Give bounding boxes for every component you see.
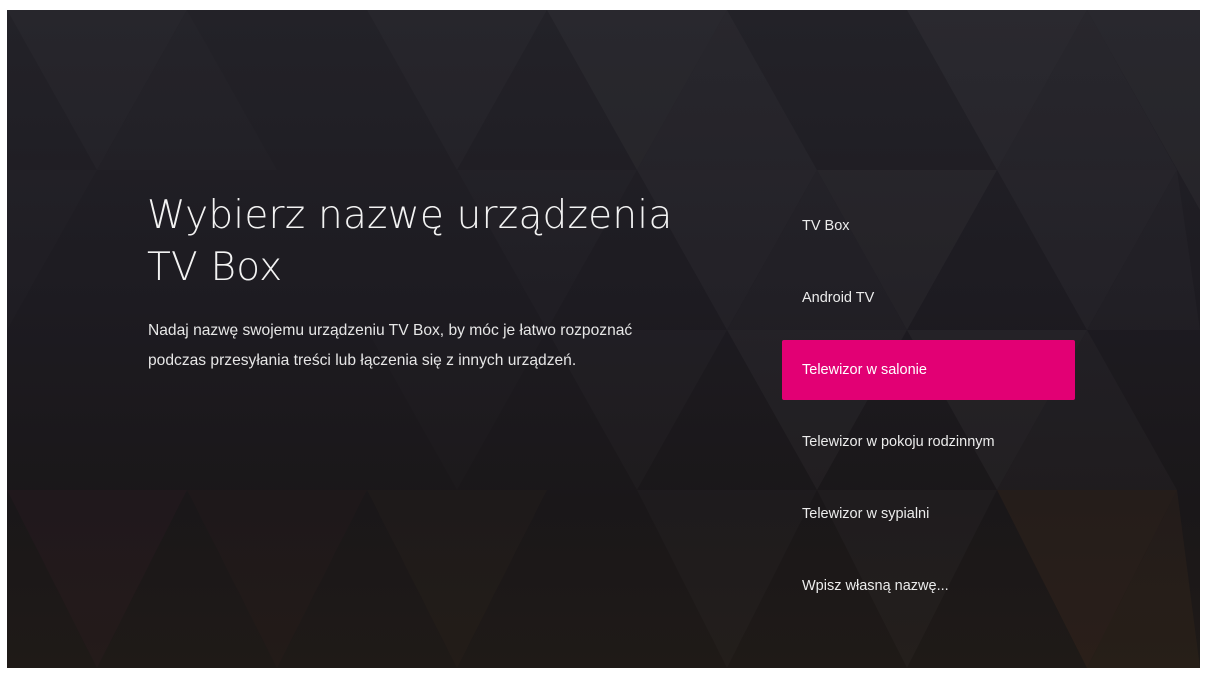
option-telewizor-w-pokoju-rodzinnym[interactable]: Telewizor w pokoju rodzinnym: [782, 412, 1075, 472]
option-label: Wpisz własną nazwę...: [802, 578, 949, 594]
page-title: Wybierz nazwę urządzenia TV Box: [147, 190, 747, 294]
option-tv-box[interactable]: TV Box: [782, 196, 1075, 256]
option-label: TV Box: [802, 218, 850, 234]
device-name-options: TV Box Android TV Telewizor w salonie Te…: [782, 196, 1075, 628]
option-label: Telewizor w pokoju rodzinnym: [802, 434, 995, 450]
page-title-line-2: TV Box: [147, 245, 283, 290]
option-android-tv[interactable]: Android TV: [782, 268, 1075, 328]
option-label: Android TV: [802, 290, 875, 306]
option-telewizor-w-sypialni[interactable]: Telewizor w sypialni: [782, 484, 1075, 544]
page-description-line-1: Nadaj nazwę swojemu urządzeniu TV Box, b…: [148, 322, 633, 339]
device-name-screen: Wybierz nazwę urządzenia TV Box Nadaj na…: [7, 10, 1200, 668]
page-title-line-1: Wybierz nazwę urządzenia: [147, 193, 673, 238]
option-custom-name[interactable]: Wpisz własną nazwę...: [782, 556, 1075, 616]
option-label: Telewizor w salonie: [802, 362, 927, 378]
option-telewizor-w-salonie[interactable]: Telewizor w salonie: [782, 340, 1075, 400]
option-label: Telewizor w sypialni: [802, 506, 930, 522]
page-description-line-2: podczas przesyłania treści lub łączenia …: [148, 352, 577, 369]
page-description: Nadaj nazwę swojemu urządzeniu TV Box, b…: [148, 316, 738, 376]
